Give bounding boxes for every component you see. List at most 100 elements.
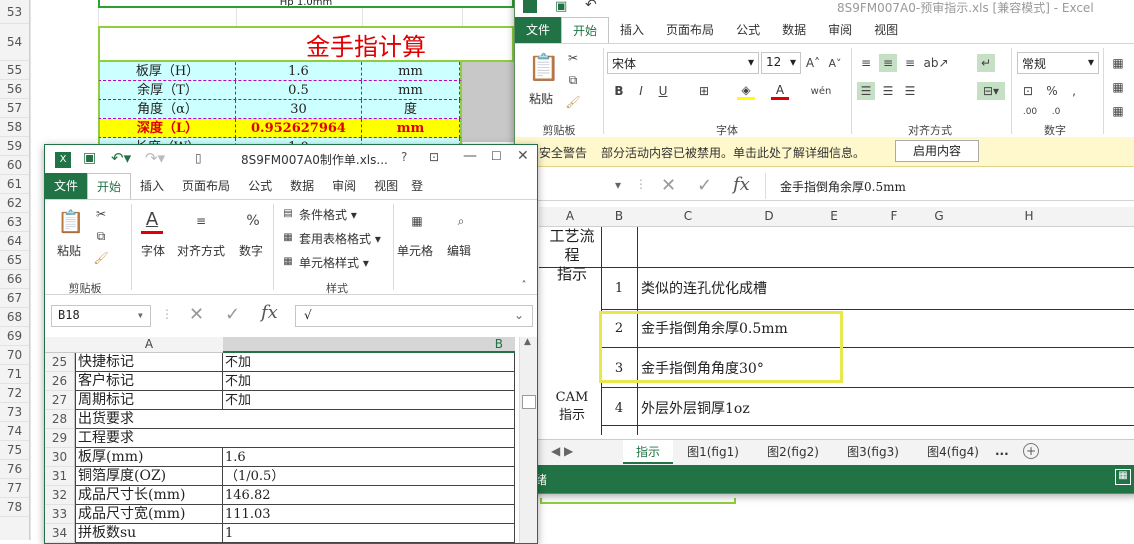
tab-6[interactable]: 审阅 xyxy=(817,17,863,43)
new-doc-icon[interactable]: ▯ xyxy=(195,151,202,165)
table-format-icon[interactable]: ▦ xyxy=(281,230,295,244)
col-header-h[interactable]: H xyxy=(959,209,1099,223)
bold-icon[interactable]: B xyxy=(611,82,627,100)
row-header[interactable]: 32 xyxy=(45,486,75,505)
row-header[interactable]: 64 xyxy=(0,232,29,251)
ribbon-display-icon[interactable]: ⊡ xyxy=(429,150,439,164)
table-format-icon[interactable]: ▦ xyxy=(1109,78,1127,96)
undo-icon[interactable]: ↶ xyxy=(585,0,597,13)
font-name-select[interactable]: 宋体 ▾ xyxy=(607,52,759,74)
row-header[interactable]: 57 xyxy=(0,99,29,118)
row-header[interactable]: 54 xyxy=(0,24,29,61)
cell-style-icon[interactable]: ▦ xyxy=(1109,102,1127,120)
font-color-icon[interactable]: A xyxy=(771,82,789,100)
paste-label[interactable]: 粘贴 xyxy=(529,90,553,107)
grow-font-icon[interactable]: A˄ xyxy=(805,54,821,72)
shrink-font-icon[interactable]: A˅ xyxy=(827,54,843,72)
redo-icon[interactable]: ↷▾ xyxy=(145,149,165,167)
row-header[interactable]: 72 xyxy=(0,384,29,403)
cell-a[interactable]: 工程要求 xyxy=(75,429,515,448)
cell-a[interactable]: 快捷标记 xyxy=(75,353,223,372)
increase-decimal-icon[interactable]: .00 xyxy=(1019,104,1041,120)
step-text[interactable]: 外层外层铜厚1oz xyxy=(641,391,1121,427)
sheet-tab[interactable]: 图1(fig1) xyxy=(673,440,753,464)
cell-b[interactable]: 111.03 xyxy=(223,505,515,524)
undo-icon[interactable]: ↶▾ xyxy=(111,149,131,167)
font-button[interactable]: 字体 xyxy=(141,242,165,259)
align-bottom-icon[interactable]: ≡ xyxy=(901,54,919,72)
orientation-icon[interactable]: ab↗ xyxy=(923,54,948,72)
row-header[interactable]: 67 xyxy=(0,289,29,308)
font-size-select[interactable]: 12 ▾ xyxy=(761,52,801,74)
row-header[interactable]: 25 xyxy=(45,353,75,372)
scroll-up-icon[interactable]: ▲ xyxy=(524,337,531,347)
sheet-tab[interactable]: 图2(fig2) xyxy=(753,440,833,464)
cell-b[interactable]: （1/0.5） xyxy=(223,467,515,486)
cell-b[interactable]: 1.6 xyxy=(223,448,515,467)
row-header[interactable]: 58 xyxy=(0,118,29,137)
cut-icon[interactable]: ✂ xyxy=(93,206,109,222)
step-text[interactable]: 类似的连孔优化成槽 xyxy=(641,271,1121,307)
row-header[interactable]: 60 xyxy=(0,156,29,175)
cells-icon[interactable]: ▦ xyxy=(405,208,429,234)
more-sheets[interactable]: ... xyxy=(995,444,1009,458)
cond-format-button[interactable]: 条件格式 ▾ xyxy=(299,206,357,223)
cells-button[interactable]: 单元格 xyxy=(397,242,433,259)
row-header[interactable]: 78 xyxy=(0,498,29,517)
row-header[interactable]: 28 xyxy=(45,410,75,429)
row-header[interactable]: 71 xyxy=(0,365,29,384)
vertical-scrollbar[interactable]: ▲ xyxy=(519,337,537,543)
col-header-e[interactable]: E xyxy=(799,209,869,223)
row-header[interactable]: 59 xyxy=(0,137,29,156)
minimize-icon[interactable]: — xyxy=(463,148,477,164)
col-header-b[interactable]: B xyxy=(601,209,637,223)
row-header[interactable]: 75 xyxy=(0,441,29,460)
tab-0[interactable]: 文件 xyxy=(515,17,562,43)
row-header[interactable]: 34 xyxy=(45,524,75,543)
align-right-icon[interactable]: ☰ xyxy=(901,82,919,100)
help-button[interactable]: ? xyxy=(401,150,407,164)
conditional-format-icon[interactable]: ▤ xyxy=(281,206,295,220)
tab-left-0[interactable]: 文件 xyxy=(45,173,88,199)
name-box[interactable]: B18 ▾ xyxy=(51,305,151,327)
tab-2[interactable]: 插入 xyxy=(609,17,655,43)
row-header[interactable]: 66 xyxy=(0,270,29,289)
tab-signin[interactable]: 登 xyxy=(407,173,427,199)
row-header[interactable]: 63 xyxy=(0,213,29,232)
row-header[interactable]: 56 xyxy=(0,80,29,99)
tab-5[interactable]: 数据 xyxy=(771,17,817,43)
tab-1[interactable]: 开始 xyxy=(561,16,610,44)
cell-b[interactable]: 1 xyxy=(223,524,515,543)
align-middle-icon[interactable]: ≡ xyxy=(879,54,897,72)
font-icon[interactable]: A xyxy=(141,208,163,234)
col-header-g[interactable]: G xyxy=(919,209,959,223)
align-button[interactable]: 对齐方式 xyxy=(177,242,225,259)
number-format-select[interactable]: 常规 ▾ xyxy=(1017,52,1099,74)
add-sheet-icon[interactable]: + xyxy=(1023,443,1039,459)
cell-b[interactable]: 不加 xyxy=(223,353,515,372)
row-header[interactable]: 62 xyxy=(0,194,29,213)
edit-button[interactable]: 编辑 xyxy=(447,242,471,259)
tab-4[interactable]: 公式 xyxy=(725,17,771,43)
decrease-decimal-icon[interactable]: .0 xyxy=(1045,104,1067,120)
row-header[interactable]: 53 xyxy=(0,0,29,24)
wrap-text-icon[interactable]: ↵ xyxy=(977,54,995,72)
formula-input[interactable]: 金手指倒角余厚0.5mm xyxy=(765,173,1134,199)
fill-color-icon[interactable]: ◈ xyxy=(737,82,755,100)
collapse-ribbon-icon[interactable]: ˄ xyxy=(517,278,531,292)
currency-icon[interactable]: ⊡ xyxy=(1019,82,1037,100)
align-left-icon[interactable]: ☰ xyxy=(857,82,875,100)
tab-7[interactable]: 视图 xyxy=(863,17,909,43)
number-icon[interactable]: % xyxy=(241,208,265,234)
row-header[interactable]: 27 xyxy=(45,391,75,410)
function-icon[interactable]: fx xyxy=(733,174,750,195)
col-header-b[interactable]: B xyxy=(223,337,515,353)
save-icon[interactable]: ▣ xyxy=(83,150,96,166)
tab-left-3[interactable]: 页面布局 xyxy=(173,173,239,199)
row-header[interactable]: 31 xyxy=(45,467,75,486)
paste-icon[interactable]: 📋 xyxy=(527,48,561,88)
cell-a[interactable]: 铜箔厚度(OZ) xyxy=(75,467,223,486)
italic-icon[interactable]: I xyxy=(633,82,649,100)
scroll-thumb[interactable] xyxy=(522,395,536,409)
row-header[interactable]: 68 xyxy=(0,308,29,327)
